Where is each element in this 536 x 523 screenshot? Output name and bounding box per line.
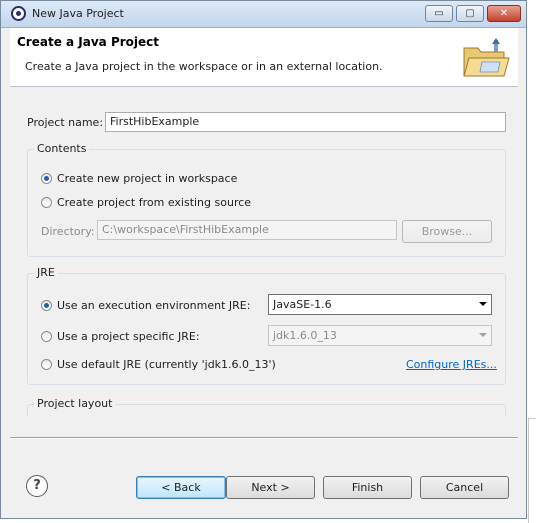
execution-env-select[interactable]: JavaSE-1.6 — [268, 294, 492, 315]
radio-unchecked-icon[interactable] — [41, 358, 52, 370]
background-window-edge — [528, 0, 536, 523]
next-button[interactable]: Next > — [226, 476, 315, 499]
window-title: New Java Project — [32, 7, 124, 20]
create-from-source-option[interactable]: Create project from existing source — [41, 194, 251, 210]
contents-group: Contents Create new project in workspace… — [27, 142, 506, 257]
radio-checked-icon[interactable] — [41, 299, 52, 311]
wizard-body: Project name: FirstHibExample Contents C… — [10, 87, 518, 517]
back-button[interactable]: < Back — [136, 476, 226, 499]
contents-legend: Contents — [34, 142, 90, 155]
finish-button[interactable]: Finish — [323, 476, 412, 499]
wizard-description: Create a Java project in the workspace o… — [25, 60, 383, 73]
execution-env-jre-label: Use an execution environment JRE: — [57, 298, 251, 312]
chevron-down-icon — [479, 333, 487, 337]
execution-env-value: JavaSE-1.6 — [273, 298, 332, 311]
project-specific-jre-value: jdk1.6.0_13 — [273, 329, 337, 342]
configure-jres-link[interactable]: Configure JREs... — [406, 358, 497, 371]
title-bar[interactable]: New Java Project ▭ ▢ ✕ — [1, 1, 526, 28]
execution-env-jre-option[interactable]: Use an execution environment JRE: — [41, 297, 250, 313]
radio-unchecked-icon[interactable] — [41, 330, 52, 342]
jre-group: JRE Use an execution environment JRE: Ja… — [27, 266, 506, 385]
project-specific-jre-label: Use a project specific JRE: — [57, 329, 200, 343]
close-button[interactable]: ✕ — [487, 5, 521, 22]
wizard-title: Create a Java Project — [17, 35, 160, 49]
maximize-button[interactable]: ▢ — [456, 5, 484, 22]
jre-legend: JRE — [34, 266, 58, 279]
new-java-project-window: New Java Project ▭ ▢ ✕ Create a Java Pro… — [0, 0, 527, 519]
directory-input: C:\workspace\FirstHibExample — [97, 220, 397, 240]
background-window-border — [528, 418, 536, 523]
create-from-source-label: Create project from existing source — [57, 195, 252, 209]
project-specific-jre-option[interactable]: Use a project specific JRE: — [41, 328, 200, 344]
project-name-input[interactable]: FirstHibExample — [105, 112, 506, 132]
chevron-down-icon — [479, 302, 487, 306]
radio-checked-icon[interactable] — [41, 172, 52, 184]
browse-button: Browse... — [402, 220, 492, 243]
folder-wizard-icon — [463, 38, 510, 77]
directory-label: Directory: — [41, 225, 95, 238]
radio-unchecked-icon[interactable] — [41, 196, 52, 208]
project-name-label: Project name: — [27, 116, 104, 129]
default-jre-option[interactable]: Use default JRE (currently 'jdk1.6.0_13'… — [41, 356, 276, 372]
default-jre-label: Use default JRE (currently 'jdk1.6.0_13'… — [57, 357, 276, 371]
minimize-button[interactable]: ▭ — [425, 5, 453, 22]
eclipse-icon — [11, 6, 26, 21]
create-new-project-option[interactable]: Create new project in workspace — [41, 170, 237, 186]
help-icon[interactable]: ? — [26, 475, 48, 497]
create-new-project-label: Create new project in workspace — [57, 171, 238, 185]
footer-separator — [10, 437, 518, 439]
wizard-header: Create a Java Project Create a Java proj… — [10, 28, 518, 87]
cancel-button[interactable]: Cancel — [420, 476, 509, 499]
project-layout-legend: Project layout — [34, 397, 116, 410]
project-layout-group: Project layout — [27, 397, 506, 416]
project-specific-jre-select: jdk1.6.0_13 — [268, 325, 492, 346]
